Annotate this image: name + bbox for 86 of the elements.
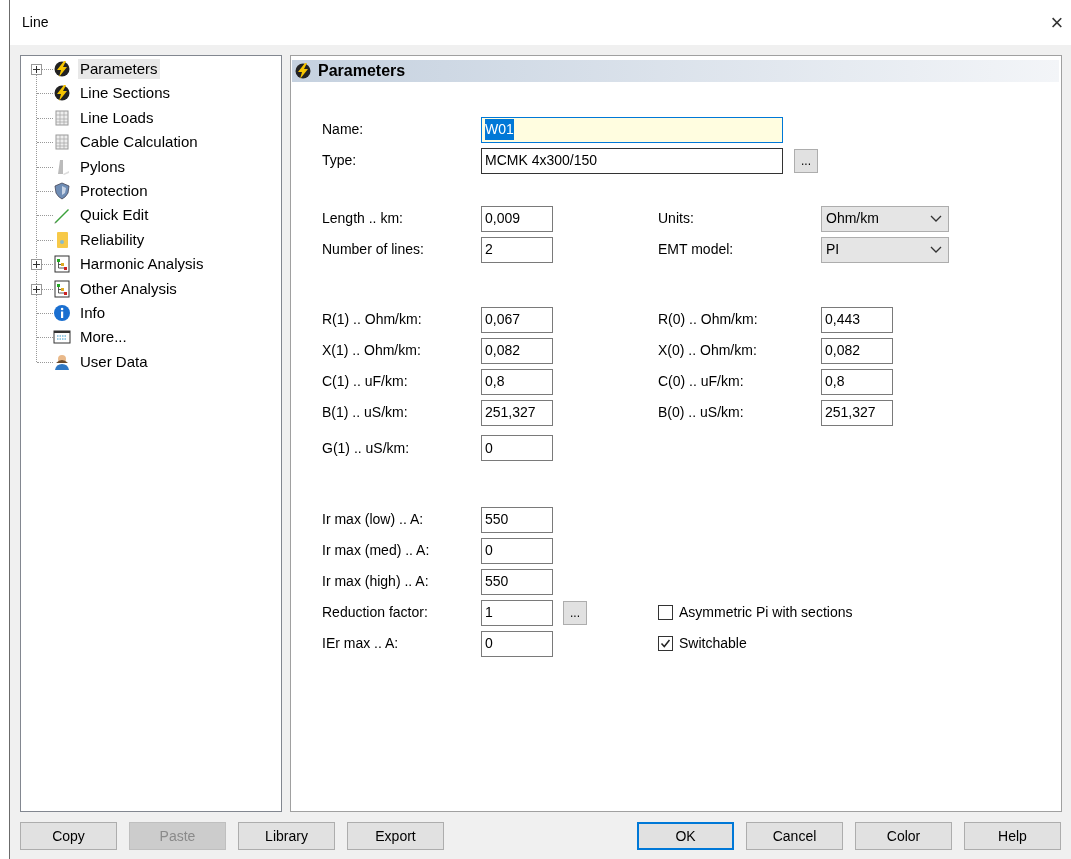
dialog-button[interactable]: OK [637, 822, 734, 850]
checkbox[interactable] [658, 636, 673, 651]
input-field[interactable]: 0 [481, 435, 553, 461]
window-icon [53, 328, 71, 347]
lightning-icon [294, 62, 312, 80]
input-field[interactable]: 251,327 [821, 399, 893, 426]
input-field[interactable]: 0 [481, 537, 553, 564]
spreadsheet-icon [53, 133, 71, 152]
field-label: Ir max (low) .. A: [322, 510, 425, 529]
input-field[interactable]: 0 [481, 630, 553, 657]
input-field[interactable]: 0,009 [481, 205, 553, 232]
input-field[interactable]: 0,8 [481, 368, 553, 395]
tree-item[interactable]: Protection [78, 180, 150, 201]
dialog-button[interactable]: Copy [20, 822, 117, 850]
lightning-icon [53, 84, 71, 103]
input-field[interactable]: 251,327 [481, 399, 553, 426]
field-label: C(1) .. uF/km: [322, 372, 409, 391]
input-field[interactable]: 550 [481, 568, 553, 595]
field-label: Length .. km: [322, 209, 404, 228]
field-label: Name: [322, 120, 365, 139]
field-label: Type: [322, 151, 358, 170]
tree-item[interactable]: Pylons [78, 156, 128, 177]
field-label: X(1) .. Ohm/km: [322, 341, 422, 360]
tree-diagram-icon [53, 255, 71, 274]
input-field[interactable]: 2 [481, 236, 553, 263]
field-label: R(0) .. Ohm/km: [658, 310, 759, 329]
field-label: B(0) .. uS/km: [658, 403, 745, 422]
field-label: Number of lines: [322, 240, 425, 259]
expand-icon[interactable] [31, 64, 42, 75]
tree-item[interactable]: Other Analysis [78, 278, 179, 299]
input-field[interactable]: W01 [481, 116, 783, 143]
tree-item[interactable]: Quick Edit [78, 205, 151, 226]
tree-item[interactable]: Cable Calculation [78, 132, 200, 153]
expand-icon[interactable] [31, 283, 42, 295]
close-button[interactable]: × [1044, 9, 1070, 36]
dialog-button[interactable]: Library [238, 822, 335, 850]
chevron-icon [930, 214, 942, 223]
pencil-icon [53, 206, 71, 225]
field-label: Reduction factor: [322, 603, 429, 622]
tree-item[interactable]: User Data [78, 351, 150, 372]
panel-title: Parameters [318, 61, 406, 81]
input-field[interactable]: MCMK 4x300/150 [481, 147, 783, 174]
field-label: EMT model: [658, 240, 735, 259]
expand-icon[interactable] [31, 259, 42, 271]
input-field[interactable]: 0,067 [481, 306, 553, 333]
dropdown[interactable]: Ohm/km [821, 205, 949, 232]
input-field[interactable]: 0,082 [821, 337, 893, 364]
tree-diagram-icon [53, 279, 71, 298]
lightning-icon [53, 60, 71, 78]
dialog-button[interactable]: Color [855, 822, 952, 850]
browse-button[interactable]: ... [794, 148, 818, 173]
shield-icon [53, 181, 71, 200]
browse-button[interactable]: ... [563, 600, 587, 625]
field-label: Units: [658, 209, 695, 228]
input-field[interactable]: 1 [481, 599, 553, 626]
tree-item[interactable]: Reliability [78, 229, 147, 250]
input-field[interactable]: 0,8 [821, 368, 893, 395]
info-icon [53, 303, 71, 322]
tree-item[interactable]: Line Loads [78, 107, 156, 128]
field-label: R(1) .. Ohm/km: [322, 310, 423, 329]
tree-item[interactable]: Harmonic Analysis [78, 254, 206, 275]
tree-item[interactable]: Parameters [78, 59, 160, 79]
field-label: Ir max (high) .. A: [322, 572, 430, 591]
field-label: B(1) .. uS/km: [322, 403, 409, 422]
user-icon [53, 352, 71, 371]
field-label: X(0) .. Ohm/km: [658, 341, 758, 360]
spreadsheet-icon [53, 108, 71, 127]
field-label: IEr max .. A: [322, 634, 400, 653]
chevron-icon [930, 245, 942, 254]
input-field[interactable]: 0,082 [481, 337, 553, 364]
field-label: C(0) .. uF/km: [658, 372, 745, 391]
input-field[interactable]: 0,443 [821, 306, 893, 333]
field-label: G(1) .. uS/km: [322, 438, 411, 458]
tree-item[interactable]: Line Sections [78, 83, 173, 104]
checkbox[interactable] [658, 605, 673, 620]
tree-item[interactable]: More... [78, 327, 129, 348]
checkbox-label: Switchable [679, 634, 747, 653]
dialog-button[interactable]: Export [347, 822, 444, 850]
checkbox-label: Asymmetric Pi with sections [679, 603, 853, 622]
dialog-button[interactable]: Help [964, 822, 1061, 850]
window-title: Line [22, 13, 49, 32]
dialog-button[interactable]: Cancel [746, 822, 843, 850]
dropdown[interactable]: PI [821, 236, 949, 263]
field-label: Ir max (med) .. A: [322, 541, 431, 560]
input-field[interactable]: 550 [481, 506, 553, 533]
tree-item[interactable]: Info [78, 302, 108, 323]
